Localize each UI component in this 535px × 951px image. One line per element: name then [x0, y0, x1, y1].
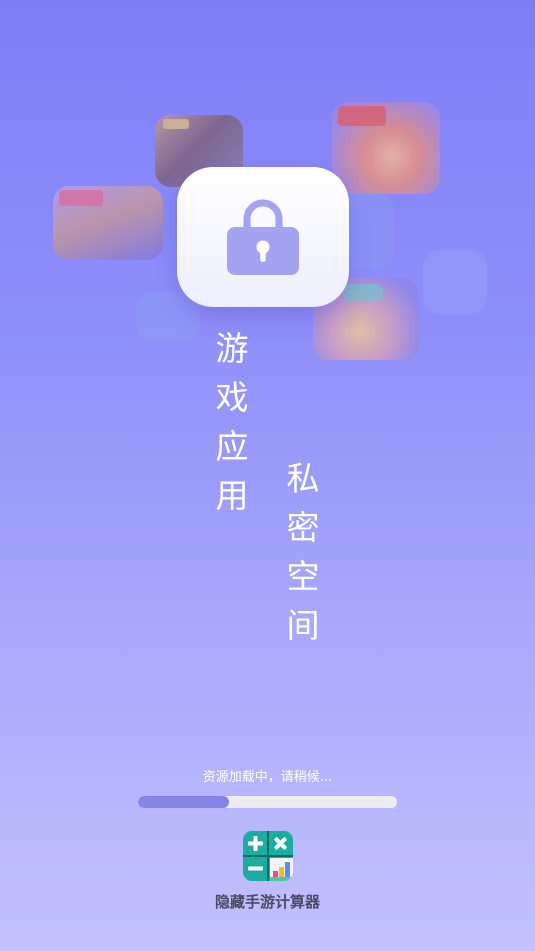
title-char: 空 — [286, 557, 320, 596]
title-char: 游 — [215, 329, 249, 368]
app-name: 隐藏手游计算器 — [214, 893, 320, 911]
background-tile — [423, 250, 487, 314]
progress-fill — [138, 796, 229, 808]
game-icon-2 — [332, 102, 440, 194]
title-char: 密 — [286, 508, 320, 547]
lock-icon — [227, 199, 299, 275]
title-char: 用 — [215, 476, 249, 515]
title-column-1: 游 戏 应 用 — [212, 324, 252, 520]
loading-text: 资源加载中，请稍候... — [202, 770, 333, 785]
title-char: 应 — [215, 427, 249, 466]
title-column-2: 私 密 空 间 — [283, 454, 323, 650]
title-char: 私 — [286, 459, 320, 498]
title-char: 间 — [286, 606, 320, 645]
calculator-icon — [243, 831, 293, 881]
progress-bar — [138, 796, 397, 808]
game-icon-3 — [53, 186, 163, 260]
lock-card — [177, 167, 349, 307]
title-char: 戏 — [215, 378, 249, 417]
